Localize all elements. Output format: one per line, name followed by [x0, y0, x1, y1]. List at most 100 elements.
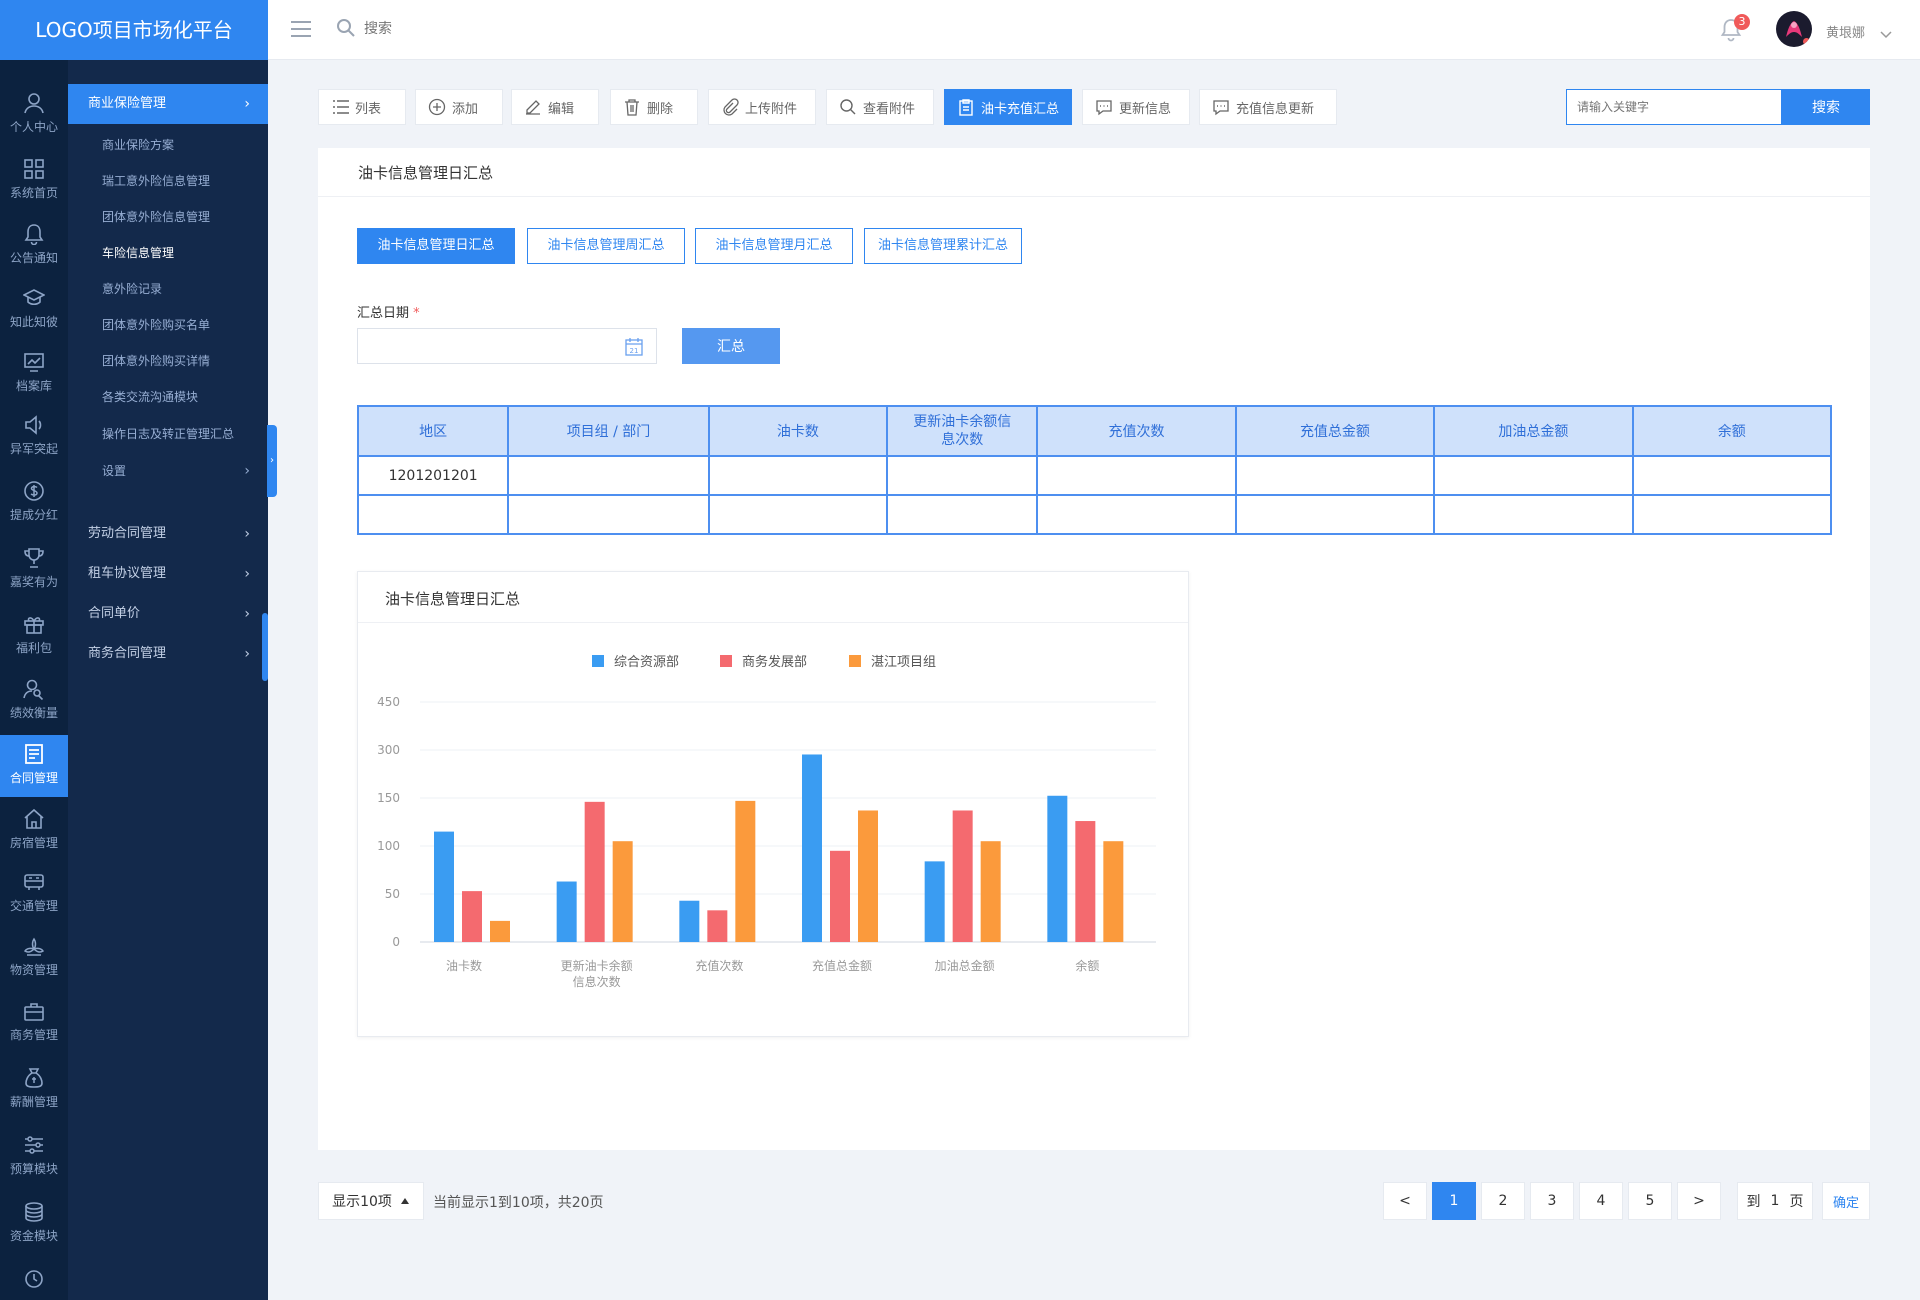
page-size-select[interactable]: 显示10项	[318, 1182, 424, 1220]
rail-item-2[interactable]: 公告通知	[0, 215, 68, 277]
submenu-item-9[interactable]: 设置 ›	[68, 453, 268, 489]
rail-item-6[interactable]: 提成分红	[0, 472, 68, 534]
bar-5-0[interactable]	[1047, 795, 1068, 942]
rail-item-3[interactable]: 知此知彼	[0, 279, 68, 341]
bar-0-1[interactable]	[462, 891, 482, 942]
submenu-item-8[interactable]: 操作日志及转正管理汇总	[68, 416, 268, 452]
table-row[interactable]: 1201201201	[356, 455, 1833, 496]
submenu-item-0[interactable]: 商业保险方案	[68, 127, 268, 163]
rail-item-4[interactable]: 档案库	[0, 343, 68, 405]
submenu-group-0[interactable]: 劳动合同管理 ›	[68, 514, 268, 554]
app-logo[interactable]: LOGO项目市场化平台	[0, 0, 268, 60]
next-page-button[interactable]: >	[1677, 1182, 1721, 1220]
date-input[interactable]: 21	[357, 328, 657, 364]
keyword-search-input[interactable]	[1566, 89, 1782, 125]
header-search-input[interactable]	[364, 18, 564, 40]
rail-item-5[interactable]: 异军突起	[0, 406, 68, 468]
bar-2-1[interactable]	[707, 910, 728, 942]
toolbar-button-7[interactable]: 更新信息	[1082, 89, 1190, 125]
summary-tab-1[interactable]: 油卡信息管理周汇总	[527, 228, 685, 264]
table-header-4[interactable]: 充值次数	[1036, 405, 1237, 457]
legend-label[interactable]: 商务发展部	[742, 654, 807, 670]
submenu-item-1[interactable]: 瑞工意外险信息管理	[68, 163, 268, 199]
table-header-7[interactable]: 余额	[1631, 405, 1833, 457]
page-button-5[interactable]: 5	[1628, 1182, 1672, 1220]
bar-3-0[interactable]	[802, 754, 822, 942]
submenu-item-5[interactable]: 团体意外险购买名单	[68, 307, 268, 343]
rail-item-0[interactable]: 个人中心	[0, 84, 68, 146]
rail-item-17[interactable]: 资金模块	[0, 1193, 68, 1255]
summarize-button[interactable]: 汇总	[682, 328, 780, 364]
collapse-handle[interactable]: ›	[267, 425, 277, 497]
table-header-0[interactable]: 地区	[356, 405, 510, 457]
submenu-item-4[interactable]: 意外险记录	[68, 271, 268, 307]
table-header-1[interactable]: 项目组 / 部门	[507, 405, 710, 457]
bar-2-2[interactable]	[735, 800, 756, 942]
toolbar-button-0[interactable]: 列表	[318, 89, 406, 125]
rail-item-7[interactable]: 嘉奖有为	[0, 539, 68, 601]
confirm-page-button[interactable]: 确定	[1822, 1182, 1870, 1220]
hamburger-menu-icon[interactable]	[290, 20, 312, 42]
bar-1-1[interactable]	[584, 801, 605, 942]
toolbar-button-6[interactable]: 油卡充值汇总	[944, 89, 1072, 125]
rail-item-10[interactable]: 合同管理	[0, 735, 68, 797]
chevron-down-icon[interactable]	[1880, 24, 1892, 43]
bar-4-2[interactable]	[980, 841, 1001, 942]
submenu-item-3[interactable]: 车险信息管理	[68, 235, 268, 271]
bar-3-1[interactable]	[830, 850, 850, 942]
rail-item-16[interactable]: 预算模块	[0, 1126, 68, 1188]
table-header-3[interactable]: 更新油卡余额信息次数	[886, 405, 1039, 457]
goto-page-input[interactable]: 到1页	[1737, 1182, 1813, 1220]
table-header-6[interactable]: 加油总金额	[1433, 405, 1634, 457]
goto-value[interactable]: 1	[1771, 1193, 1780, 1209]
rail-item-12[interactable]: 交通管理	[0, 863, 68, 925]
page-button-3[interactable]: 3	[1530, 1182, 1574, 1220]
table-header-2[interactable]: 油卡数	[707, 405, 889, 457]
table-row[interactable]	[356, 494, 1833, 535]
bar-3-2[interactable]	[858, 810, 878, 942]
submenu-group-commercial-insurance[interactable]: 商业保险管理 ›	[68, 84, 268, 124]
toolbar-button-3[interactable]: 删除	[610, 89, 698, 125]
bar-2-0[interactable]	[679, 900, 700, 942]
submenu-item-7[interactable]: 各类交流沟通模块	[68, 379, 268, 415]
table-header-5[interactable]: 充值总金额	[1234, 405, 1436, 457]
search-button[interactable]: 搜索	[1782, 89, 1870, 125]
bar-5-1[interactable]	[1075, 821, 1096, 942]
submenu-item-6[interactable]: 团体意外险购买详情	[68, 343, 268, 379]
submenu-group-3[interactable]: 商务合同管理 ›	[68, 634, 268, 674]
calendar-icon[interactable]: 21	[624, 337, 644, 361]
rail-item-13[interactable]: 物资管理	[0, 927, 68, 989]
legend-label[interactable]: 湛江项目组	[871, 655, 936, 670]
sidebar-scrollbar[interactable]	[262, 613, 268, 681]
rail-item-15[interactable]: 薪酬管理	[0, 1059, 68, 1121]
bar-0-0[interactable]	[434, 831, 454, 942]
toolbar-button-5[interactable]: 查看附件	[826, 89, 934, 125]
summary-tab-3[interactable]: 油卡信息管理累计汇总	[864, 228, 1022, 264]
rail-item-8[interactable]: 福利包	[0, 605, 68, 667]
toolbar-button-1[interactable]: 添加	[415, 89, 503, 125]
summary-tab-2[interactable]: 油卡信息管理月汇总	[695, 228, 853, 264]
bar-4-0[interactable]	[924, 861, 945, 942]
bar-0-2[interactable]	[490, 920, 510, 942]
page-button-4[interactable]: 4	[1579, 1182, 1623, 1220]
bar-1-0[interactable]	[556, 881, 577, 942]
summary-tab-0[interactable]: 油卡信息管理日汇总	[357, 228, 515, 264]
toolbar-button-4[interactable]: 上传附件	[708, 89, 816, 125]
toolbar-button-2[interactable]: 编辑	[511, 89, 599, 125]
legend-label[interactable]: 综合资源部	[614, 655, 679, 670]
avatar[interactable]	[1776, 11, 1812, 47]
submenu-group-1[interactable]: 租车协议管理 ›	[68, 554, 268, 594]
toolbar-button-8[interactable]: 充值信息更新	[1199, 89, 1337, 125]
submenu-item-2[interactable]: 团体意外险信息管理	[68, 199, 268, 235]
page-button-1[interactable]: 1	[1432, 1182, 1476, 1220]
bar-1-2[interactable]	[612, 841, 633, 942]
rail-item-9[interactable]: 绩效衡量	[0, 670, 68, 732]
submenu-group-2[interactable]: 合同单价 ›	[68, 594, 268, 634]
rail-item-1[interactable]: 系统首页	[0, 150, 68, 212]
bar-4-1[interactable]	[952, 810, 973, 942]
user-name[interactable]: 黄垠娜	[1826, 22, 1865, 41]
rail-item-more[interactable]	[0, 1260, 68, 1300]
bar-5-2[interactable]	[1103, 841, 1124, 942]
search-icon[interactable]	[336, 18, 356, 42]
prev-page-button[interactable]: <	[1383, 1182, 1427, 1220]
